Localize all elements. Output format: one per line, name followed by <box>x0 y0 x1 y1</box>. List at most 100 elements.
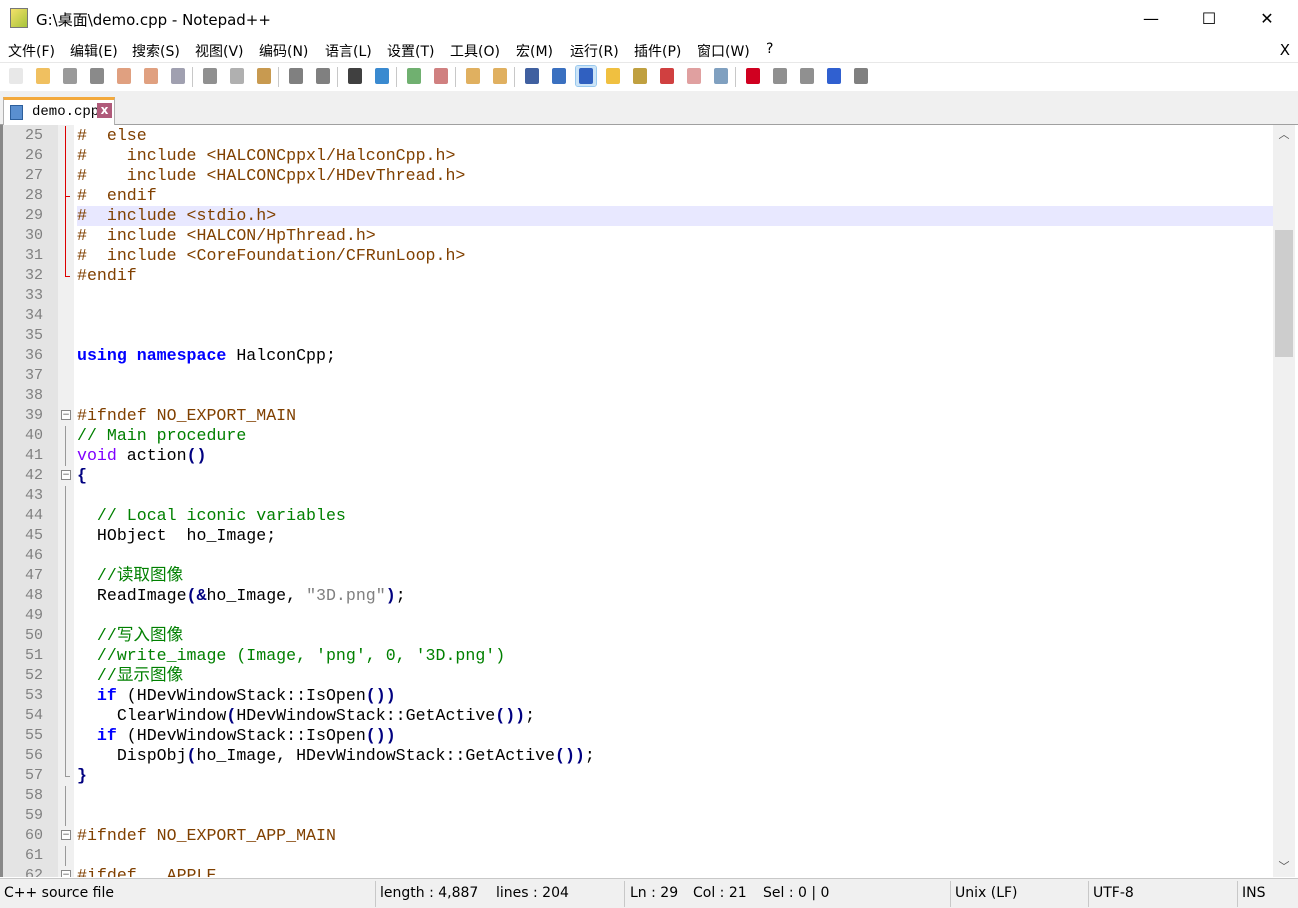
status-eol[interactable]: Unix (LF) <box>955 885 1018 901</box>
code-line[interactable]: 62 − #ifdef __APPLE__ <box>3 866 1273 877</box>
code-text: //写入图像 <box>77 626 183 646</box>
code-line[interactable]: 48 ReadImage(&ho_Image, "3D.png"); <box>3 586 1273 606</box>
code-line[interactable]: 54 ClearWindow(HDevWindowStack::GetActiv… <box>3 706 1273 726</box>
code-line[interactable]: 38 <box>3 386 1273 406</box>
code-line[interactable]: 55 if (HDevWindowStack::IsOpen()) <box>3 726 1273 746</box>
code-line[interactable]: 52 //显示图像 <box>3 666 1273 686</box>
close-all-icon[interactable] <box>141 66 161 86</box>
code-line[interactable]: 42−{ <box>3 466 1273 486</box>
zoom-in-icon[interactable] <box>404 66 424 86</box>
vertical-scrollbar[interactable]: ︿ ﹀ <box>1273 125 1295 877</box>
code-line[interactable]: 27 # include <HALCONCppxl/HDevThread.h> <box>3 166 1273 186</box>
new-file-icon[interactable] <box>6 66 26 86</box>
run-macro-multiple-icon[interactable] <box>824 66 844 86</box>
menu-search[interactable]: 搜索(S) <box>132 41 180 61</box>
fold-toggle-icon[interactable]: − <box>60 866 74 877</box>
monitoring-icon[interactable] <box>711 66 731 86</box>
code-line[interactable]: 60− #ifndef NO_EXPORT_APP_MAIN <box>3 826 1273 846</box>
replace-icon[interactable] <box>372 66 392 86</box>
save-macro-icon[interactable] <box>851 66 871 86</box>
word-wrap-icon[interactable] <box>522 66 542 86</box>
save-all-icon[interactable] <box>87 66 107 86</box>
scroll-down-arrow-icon[interactable]: ﹀ <box>1273 857 1295 877</box>
redo-icon[interactable] <box>313 66 333 86</box>
menu-edit[interactable]: 编辑(E) <box>70 41 118 61</box>
code-line[interactable]: 32 #endif <box>3 266 1273 286</box>
code-line[interactable]: 30 # include <HALCON/HpThread.h> <box>3 226 1273 246</box>
function-list-icon[interactable] <box>657 66 677 86</box>
open-file-icon[interactable] <box>33 66 53 86</box>
zoom-out-icon[interactable] <box>431 66 451 86</box>
code-line[interactable]: 57} <box>3 766 1273 786</box>
user-language-icon[interactable] <box>603 66 623 86</box>
code-line[interactable]: 46 <box>3 546 1273 566</box>
code-line[interactable]: 59 <box>3 806 1273 826</box>
code-line[interactable]: 26 # include <HALCONCppxl/HalconCpp.h> <box>3 146 1273 166</box>
doc-map-icon[interactable] <box>630 66 650 86</box>
menu-view[interactable]: 视图(V) <box>195 41 244 61</box>
menu-run[interactable]: 运行(R) <box>570 41 619 61</box>
code-line[interactable]: 45 HObject ho_Image; <box>3 526 1273 546</box>
code-line[interactable]: 50 //写入图像 <box>3 626 1273 646</box>
menu-plugins[interactable]: 插件(P) <box>634 41 681 61</box>
code-line[interactable]: 39− #ifndef NO_EXPORT_MAIN <box>3 406 1273 426</box>
code-line[interactable]: 28 # endif <box>3 186 1273 206</box>
code-line[interactable]: 51 //write_image (Image, 'png', 0, '3D.p… <box>3 646 1273 666</box>
sync-vertical-icon[interactable] <box>463 66 483 86</box>
menu-tools[interactable]: 工具(O) <box>450 41 500 61</box>
fold-toggle-icon[interactable]: − <box>60 466 74 486</box>
play-macro-icon[interactable] <box>797 66 817 86</box>
code-line[interactable]: 40 // Main procedure <box>3 426 1273 446</box>
code-line[interactable]: 53 if (HDevWindowStack::IsOpen()) <box>3 686 1273 706</box>
code-line[interactable]: 56 DispObj(ho_Image, HDevWindowStack::Ge… <box>3 746 1273 766</box>
save-icon[interactable] <box>60 66 80 86</box>
code-editor[interactable]: 25 # else 26 # include <HALCONCppxl/HalconC… <box>0 125 1298 877</box>
copy-icon[interactable] <box>227 66 247 86</box>
sync-horizontal-icon[interactable] <box>490 66 510 86</box>
tab-demo-cpp[interactable]: demo.cpp x <box>3 97 115 125</box>
maximize-button[interactable]: ☐ <box>1180 0 1238 38</box>
tab-close-icon[interactable]: x <box>97 103 112 118</box>
menu-macro[interactable]: 宏(M) <box>516 41 553 61</box>
status-encoding[interactable]: UTF-8 <box>1093 885 1134 901</box>
close-icon[interactable] <box>114 66 134 86</box>
code-line[interactable]: 33 <box>3 286 1273 306</box>
folder-workspace-icon[interactable] <box>684 66 704 86</box>
minimize-button[interactable]: — <box>1122 0 1180 38</box>
menu-encoding[interactable]: 编码(N) <box>259 41 308 61</box>
paste-icon[interactable] <box>254 66 274 86</box>
code-line[interactable]: 44 // Local iconic variables <box>3 506 1273 526</box>
menu-help[interactable]: ? <box>766 41 773 57</box>
record-macro-icon[interactable] <box>743 66 763 86</box>
code-line[interactable]: 47 //读取图像 <box>3 566 1273 586</box>
code-line[interactable]: 61 <box>3 846 1273 866</box>
code-line[interactable]: 35 <box>3 326 1273 346</box>
close-document-button[interactable]: X <box>1280 41 1290 59</box>
print-icon[interactable] <box>168 66 188 86</box>
close-window-button[interactable]: ✕ <box>1238 0 1296 38</box>
menu-language[interactable]: 语言(L) <box>325 41 372 61</box>
fold-toggle-icon[interactable]: − <box>60 406 74 426</box>
code-line[interactable]: 25 # else <box>3 126 1273 146</box>
code-line[interactable]: 49 <box>3 606 1273 626</box>
code-line[interactable]: 34 <box>3 306 1273 326</box>
cut-icon[interactable] <box>200 66 220 86</box>
stop-record-icon[interactable] <box>770 66 790 86</box>
find-icon[interactable] <box>345 66 365 86</box>
undo-icon[interactable] <box>286 66 306 86</box>
code-line[interactable]: 58 <box>3 786 1273 806</box>
code-line[interactable]: 41 void action() <box>3 446 1273 466</box>
code-line[interactable]: 43 <box>3 486 1273 506</box>
code-line[interactable]: 37 <box>3 366 1273 386</box>
menu-settings[interactable]: 设置(T) <box>387 41 434 61</box>
scroll-thumb[interactable] <box>1275 230 1293 357</box>
show-all-chars-icon[interactable] <box>549 66 569 86</box>
indent-guide-icon[interactable] <box>575 65 597 87</box>
scroll-up-arrow-icon[interactable]: ︿ <box>1273 125 1295 145</box>
menu-file[interactable]: 文件(F) <box>8 41 55 61</box>
fold-toggle-icon[interactable]: − <box>60 826 74 846</box>
code-line[interactable]: 29 # include <stdio.h> <box>3 206 1273 226</box>
menu-window[interactable]: 窗口(W) <box>697 41 750 61</box>
code-line[interactable]: 31 # include <CoreFoundation/CFRunLoop.h> <box>3 246 1273 266</box>
code-line[interactable]: 36 using namespace HalconCpp; <box>3 346 1273 366</box>
